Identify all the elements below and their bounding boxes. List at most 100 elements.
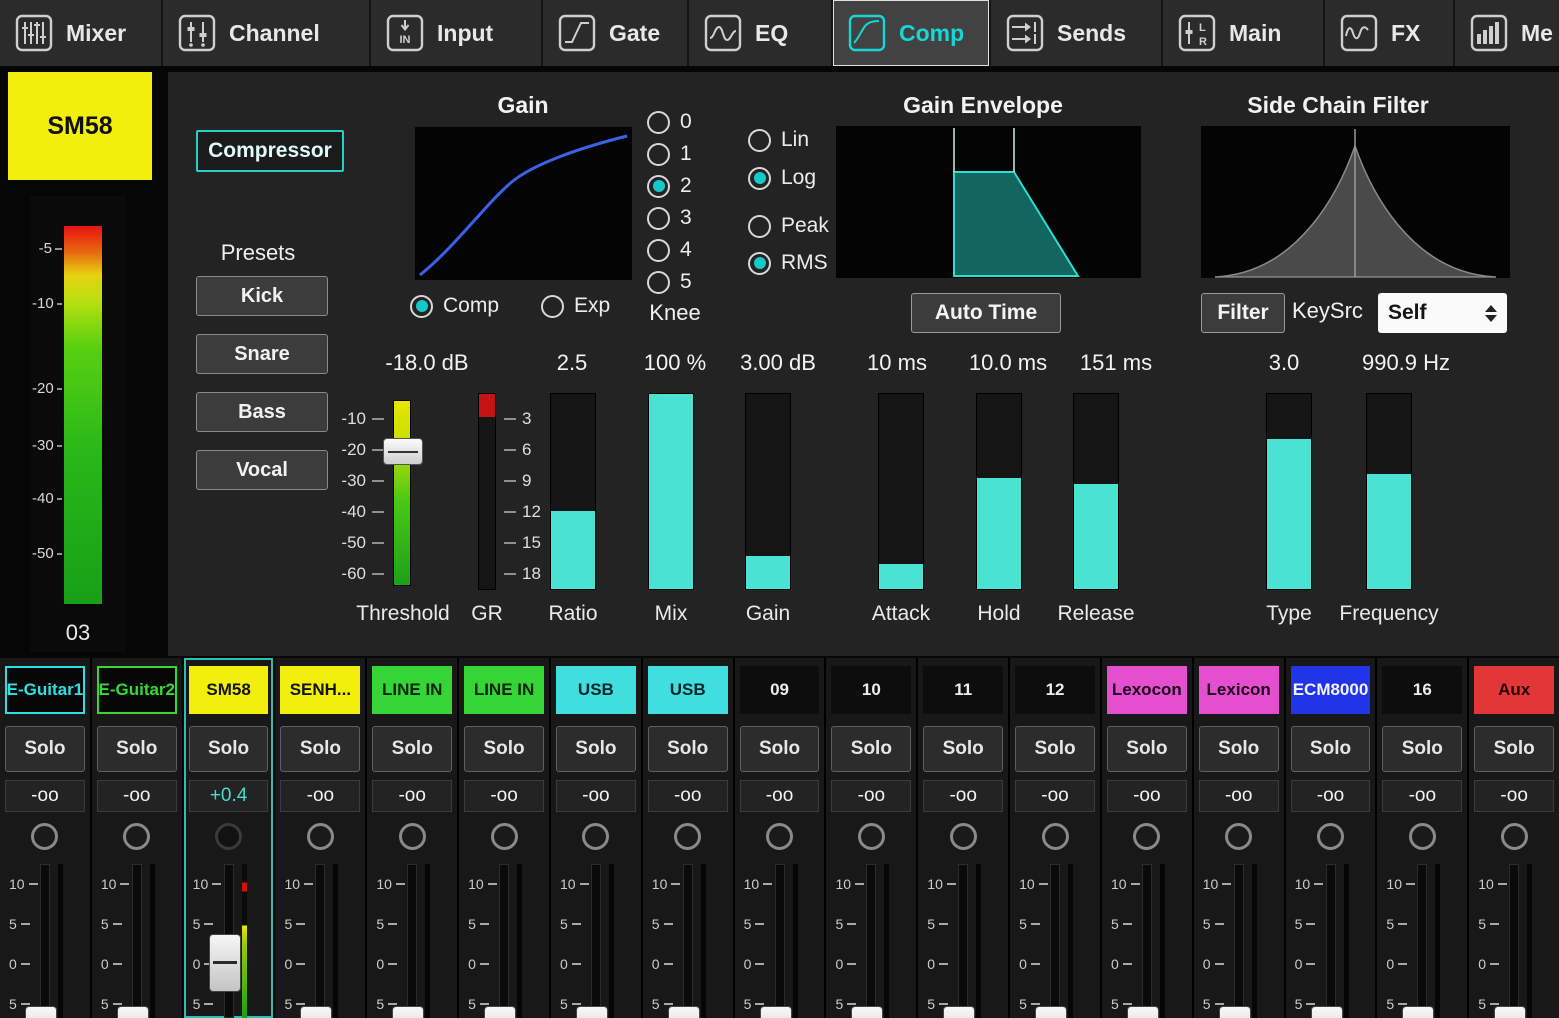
fader-track[interactable]: [315, 864, 325, 1018]
knee-radio[interactable]: [647, 207, 670, 230]
pan-knob[interactable]: [582, 823, 609, 850]
solo-button[interactable]: Solo: [5, 726, 85, 772]
fader-cap[interactable]: [851, 1006, 883, 1018]
channel-label[interactable]: E-Guitar1: [5, 666, 85, 714]
knee-radio[interactable]: [647, 175, 670, 198]
channel-fader[interactable]: 10 5 0 5: [280, 856, 360, 1018]
channel-fader[interactable]: 10 5 0 5: [740, 856, 820, 1018]
tab-channel[interactable]: Channel: [163, 0, 371, 66]
threshold-fader-track[interactable]: [393, 400, 411, 586]
solo-button[interactable]: Solo: [189, 726, 269, 772]
fader-track[interactable]: [1142, 864, 1152, 1018]
channel-fader[interactable]: 10 5 0 5: [556, 856, 636, 1018]
channel-strip[interactable]: SM58 Solo +0.4 10 5 0 5: [184, 658, 274, 1018]
mode-radio[interactable]: [541, 295, 564, 318]
fader-cap[interactable]: [668, 1006, 700, 1018]
fader-track[interactable]: [1234, 864, 1244, 1018]
fader-cap[interactable]: [25, 1006, 57, 1018]
solo-button[interactable]: Solo: [372, 726, 452, 772]
channel-label[interactable]: 10: [831, 666, 911, 714]
fader-track[interactable]: [683, 864, 693, 1018]
tab-eq[interactable]: EQ: [689, 0, 833, 66]
channel-label[interactable]: SM58: [189, 666, 269, 714]
channel-fader[interactable]: 10 5 0 5: [1291, 856, 1371, 1018]
preset-button[interactable]: Bass: [196, 392, 328, 432]
threshold-fader-handle[interactable]: [383, 438, 423, 465]
preset-button[interactable]: Snare: [196, 334, 328, 374]
solo-button[interactable]: Solo: [280, 726, 360, 772]
channel-label[interactable]: 09: [740, 666, 820, 714]
solo-button[interactable]: Solo: [831, 726, 911, 772]
preset-button[interactable]: Vocal: [196, 450, 328, 490]
channel-strip[interactable]: 12 Solo -oo 10 5 0 5: [1010, 658, 1100, 1018]
ratio-slider[interactable]: [550, 393, 596, 590]
channel-strip[interactable]: LINE IN Solo -oo 10 5 0 5: [367, 658, 457, 1018]
env-detector-radio[interactable]: [748, 215, 771, 238]
fader-track[interactable]: [591, 864, 601, 1018]
pan-knob[interactable]: [399, 823, 426, 850]
pan-knob[interactable]: [215, 823, 242, 850]
solo-button[interactable]: Solo: [1291, 726, 1371, 772]
channel-strip[interactable]: ECM8000 Solo -oo 10 5 0 5: [1286, 658, 1376, 1018]
fader-track[interactable]: [775, 864, 785, 1018]
pan-knob[interactable]: [31, 823, 58, 850]
channel-label[interactable]: 16: [1382, 666, 1462, 714]
channel-label[interactable]: LINE IN: [372, 666, 452, 714]
knee-radio[interactable]: [647, 239, 670, 262]
channel-strip[interactable]: USB Solo -oo 10 5 0 5: [643, 658, 733, 1018]
fader-track[interactable]: [407, 864, 417, 1018]
solo-button[interactable]: Solo: [1474, 726, 1554, 772]
fader-cap[interactable]: [1127, 1006, 1159, 1018]
pan-knob[interactable]: [307, 823, 334, 850]
pan-knob[interactable]: [491, 823, 518, 850]
channel-fader[interactable]: 10 5 0 5: [5, 856, 85, 1018]
channel-fader[interactable]: 10 5 0 5: [831, 856, 911, 1018]
solo-button[interactable]: Solo: [923, 726, 1003, 772]
channel-strip[interactable]: SENH... Solo -oo 10 5 0 5: [275, 658, 365, 1018]
release-slider[interactable]: [1073, 393, 1119, 590]
hold-slider[interactable]: [976, 393, 1022, 590]
channel-fader[interactable]: 10 5 0 5: [372, 856, 452, 1018]
channel-strip[interactable]: 16 Solo -oo 10 5 0 5: [1377, 658, 1467, 1018]
channel-label[interactable]: Lexocon: [1107, 666, 1187, 714]
channel-fader[interactable]: 10 5 0 5: [1474, 856, 1554, 1018]
channel-strip[interactable]: 10 Solo -oo 10 5 0 5: [826, 658, 916, 1018]
pan-knob[interactable]: [1317, 823, 1344, 850]
solo-button[interactable]: Solo: [1015, 726, 1095, 772]
filter-button[interactable]: Filter: [1201, 293, 1285, 333]
channel-fader[interactable]: 10 5 0 5: [1382, 856, 1462, 1018]
knee-radio[interactable]: [647, 271, 670, 294]
pan-knob[interactable]: [1225, 823, 1252, 850]
mix-slider[interactable]: [648, 393, 694, 590]
env-detector-radio[interactable]: [748, 252, 771, 275]
tab-fx[interactable]: FX: [1325, 0, 1455, 66]
frequency-slider[interactable]: [1366, 393, 1412, 590]
fader-track[interactable]: [1326, 864, 1336, 1018]
fader-cap[interactable]: [117, 1006, 149, 1018]
fader-track[interactable]: [1050, 864, 1060, 1018]
pan-knob[interactable]: [950, 823, 977, 850]
fader-cap[interactable]: [484, 1006, 516, 1018]
pan-knob[interactable]: [1133, 823, 1160, 850]
fader-cap[interactable]: [1311, 1006, 1343, 1018]
fader-cap[interactable]: [943, 1006, 975, 1018]
channel-fader[interactable]: 10 5 0 5: [464, 856, 544, 1018]
channel-strip[interactable]: 11 Solo -oo 10 5 0 5: [918, 658, 1008, 1018]
solo-button[interactable]: Solo: [464, 726, 544, 772]
channel-label[interactable]: SENH...: [280, 666, 360, 714]
pan-knob[interactable]: [1409, 823, 1436, 850]
fader-cap[interactable]: [1035, 1006, 1067, 1018]
fader-cap[interactable]: [576, 1006, 608, 1018]
channel-label[interactable]: 11: [923, 666, 1003, 714]
solo-button[interactable]: Solo: [97, 726, 177, 772]
channel-label[interactable]: Aux: [1474, 666, 1554, 714]
pan-knob[interactable]: [123, 823, 150, 850]
fader-track[interactable]: [132, 864, 142, 1018]
channel-label[interactable]: USB: [648, 666, 728, 714]
tab-meters[interactable]: Me: [1455, 0, 1559, 66]
channel-label[interactable]: 12: [1015, 666, 1095, 714]
solo-button[interactable]: Solo: [1107, 726, 1187, 772]
tab-gate[interactable]: Gate: [543, 0, 689, 66]
channel-fader[interactable]: 10 5 0 5: [1199, 856, 1279, 1018]
auto-time-button[interactable]: Auto Time: [911, 293, 1061, 333]
